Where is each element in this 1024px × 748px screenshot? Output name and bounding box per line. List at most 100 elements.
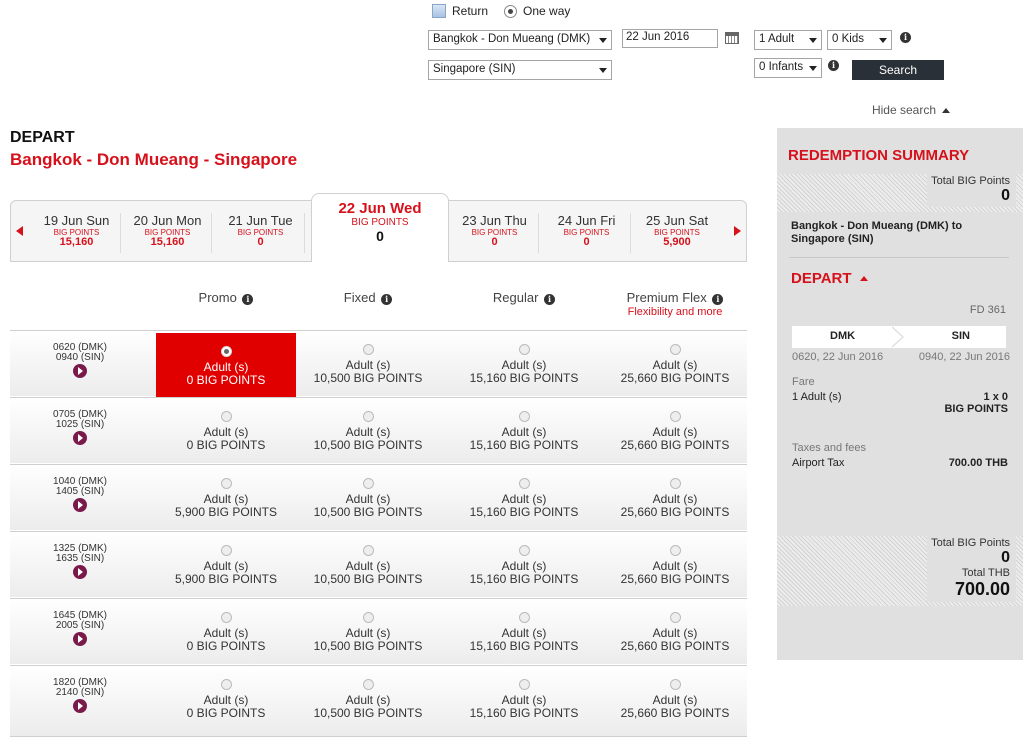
fare-option[interactable]: Adult (s) 5,900 BIG POINTS bbox=[156, 532, 296, 598]
origin-select[interactable]: Bangkok - Don Mueang (DMK) bbox=[428, 30, 612, 50]
segment-arrival-time: 0940, 22 Jun 2016 bbox=[918, 351, 1010, 363]
fare-option[interactable]: Adult (s) 15,160 BIG POINTS bbox=[454, 532, 594, 598]
fare-radio[interactable] bbox=[669, 612, 681, 623]
summary-depart-toggle[interactable]: DEPART bbox=[791, 270, 868, 287]
fare-option[interactable]: Adult (s) 25,660 BIG POINTS bbox=[605, 331, 745, 397]
info-icon[interactable]: i bbox=[828, 60, 839, 71]
fare-option[interactable]: Adult (s) 15,160 BIG POINTS bbox=[454, 331, 594, 397]
date-tab-points: 0 bbox=[583, 236, 590, 248]
fare-option[interactable]: Adult (s) 10,500 BIG POINTS bbox=[298, 398, 438, 464]
fare-option[interactable]: Adult (s) 25,660 BIG POINTS bbox=[605, 398, 745, 464]
date-tab-selected[interactable]: 22 Jun Wed BIG POINTS 0 bbox=[311, 193, 449, 262]
fare-points: 25,660 BIG POINTS bbox=[620, 706, 730, 720]
info-icon[interactable]: i bbox=[712, 294, 724, 305]
fare-radio[interactable] bbox=[669, 411, 681, 422]
return-checkbox[interactable] bbox=[432, 4, 446, 18]
bottom-points-label: Total BIG Points bbox=[931, 537, 1010, 549]
date-tab[interactable]: 23 Jun Thu BIG POINTS 0 bbox=[451, 213, 539, 253]
info-icon[interactable]: i bbox=[900, 32, 911, 43]
fare-radio[interactable] bbox=[220, 545, 232, 556]
arrival-time: 1405 (SIN) bbox=[55, 486, 105, 497]
fare-option[interactable]: Adult (s) 10,500 BIG POINTS bbox=[298, 331, 438, 397]
search-button[interactable]: Search bbox=[852, 60, 944, 80]
chevron-down-icon bbox=[879, 38, 887, 43]
calendar-icon[interactable] bbox=[725, 32, 739, 44]
date-tab[interactable]: 25 Jun Sat BIG POINTS 5,900 bbox=[633, 213, 721, 253]
fare-option[interactable]: Adult (s) 15,160 BIG POINTS bbox=[454, 465, 594, 531]
tax-line: Airport Tax 700.00 THB bbox=[792, 457, 1008, 469]
next-dates-arrow-icon[interactable] bbox=[734, 226, 741, 236]
fare-radio[interactable] bbox=[669, 679, 681, 690]
fare-radio[interactable] bbox=[518, 478, 530, 489]
fare-points: 5,900 BIG POINTS bbox=[174, 572, 278, 586]
fare-option[interactable]: Adult (s) 10,500 BIG POINTS bbox=[298, 532, 438, 598]
info-icon[interactable]: i bbox=[381, 294, 393, 305]
fare-option[interactable]: Adult (s) 15,160 BIG POINTS bbox=[454, 398, 594, 464]
departure-date-input[interactable]: 22 Jun 2016 bbox=[622, 29, 718, 48]
summary-depart-label: DEPART bbox=[791, 270, 852, 287]
fare-points: 25,660 BIG POINTS bbox=[620, 572, 730, 586]
fare-radio[interactable] bbox=[362, 411, 374, 422]
date-tab[interactable]: 20 Jun Mon BIG POINTS 15,160 bbox=[124, 213, 212, 253]
fare-radio[interactable] bbox=[362, 679, 374, 690]
fare-option[interactable]: Adult (s) 25,660 BIG POINTS bbox=[605, 666, 745, 732]
adults-value: 1 Adult bbox=[759, 33, 795, 45]
fare-radio[interactable] bbox=[518, 679, 530, 690]
flight-row: 1325 (DMK) 1635 (SIN) Adult (s) 5,900 BI… bbox=[10, 531, 747, 597]
fare-radio[interactable] bbox=[220, 411, 232, 422]
previous-dates-arrow-icon[interactable] bbox=[16, 226, 23, 236]
total-thb-value: 700.00 bbox=[954, 579, 1010, 599]
fare-option[interactable]: Adult (s) 0 BIG POINTS bbox=[156, 666, 296, 732]
fare-radio[interactable] bbox=[518, 344, 530, 355]
fare-option[interactable]: Adult (s) 15,160 BIG POINTS bbox=[454, 599, 594, 665]
hide-search-link[interactable]: Hide search bbox=[872, 103, 950, 117]
fare-radio[interactable] bbox=[220, 612, 232, 623]
fare-radio[interactable] bbox=[362, 612, 374, 623]
adults-select[interactable]: 1 Adult bbox=[754, 30, 822, 50]
fare-option[interactable]: Adult (s) 25,660 BIG POINTS bbox=[605, 465, 745, 531]
flight-details-arrow-icon[interactable] bbox=[73, 565, 87, 579]
fare-radio[interactable] bbox=[669, 344, 681, 355]
fare-radio[interactable] bbox=[518, 612, 530, 623]
fare-option[interactable]: Adult (s) 25,660 BIG POINTS bbox=[605, 599, 745, 665]
fare-radio[interactable] bbox=[669, 478, 681, 489]
fare-option[interactable]: Adult (s) 15,160 BIG POINTS bbox=[454, 666, 594, 732]
fare-radio[interactable] bbox=[220, 346, 232, 357]
flight-details-arrow-icon[interactable] bbox=[73, 699, 87, 713]
total-points-label: Total BIG Points bbox=[931, 175, 1010, 187]
fare-option-selected[interactable]: Adult (s) 0 BIG POINTS bbox=[156, 333, 296, 397]
fare-radio[interactable] bbox=[669, 545, 681, 556]
fare-option[interactable]: Adult (s) 10,500 BIG POINTS bbox=[298, 666, 438, 732]
date-tab[interactable]: 24 Jun Fri BIG POINTS 0 bbox=[543, 213, 631, 253]
fare-option[interactable]: Adult (s) 0 BIG POINTS bbox=[156, 599, 296, 665]
flight-details-arrow-icon[interactable] bbox=[73, 364, 87, 378]
fare-option[interactable]: Adult (s) 0 BIG POINTS bbox=[156, 398, 296, 464]
info-icon[interactable]: i bbox=[242, 294, 254, 305]
date-tab[interactable]: 19 Jun Sun BIG POINTS 15,160 bbox=[33, 213, 121, 253]
fare-radio[interactable] bbox=[362, 344, 374, 355]
destination-select[interactable]: Singapore (SIN) bbox=[428, 60, 612, 80]
fare-value: 1 x 0 bbox=[983, 391, 1008, 403]
infants-select[interactable]: 0 Infants bbox=[754, 58, 822, 78]
one-way-radio[interactable] bbox=[504, 4, 518, 18]
fare-points: 25,660 BIG POINTS bbox=[620, 639, 730, 653]
flight-details-arrow-icon[interactable] bbox=[73, 632, 87, 646]
fare-radio[interactable] bbox=[362, 545, 374, 556]
arrival-time: 1025 (SIN) bbox=[55, 419, 105, 430]
divider bbox=[789, 257, 1009, 258]
date-tab[interactable]: 21 Jun Tue BIG POINTS 0 bbox=[217, 213, 305, 253]
kids-select[interactable]: 0 Kids bbox=[827, 30, 892, 50]
fare-radio[interactable] bbox=[220, 478, 232, 489]
fare-option[interactable]: Adult (s) 25,660 BIG POINTS bbox=[605, 532, 745, 598]
flight-details-arrow-icon[interactable] bbox=[73, 431, 87, 445]
fare-option[interactable]: Adult (s) 5,900 BIG POINTS bbox=[156, 465, 296, 531]
fare-option[interactable]: Adult (s) 10,500 BIG POINTS bbox=[298, 465, 438, 531]
fare-radio[interactable] bbox=[362, 478, 374, 489]
column-sublabel: Flexibility and more bbox=[627, 306, 723, 318]
info-icon[interactable]: i bbox=[544, 294, 556, 305]
flight-details-arrow-icon[interactable] bbox=[73, 498, 87, 512]
fare-radio[interactable] bbox=[220, 679, 232, 690]
fare-radio[interactable] bbox=[518, 545, 530, 556]
fare-radio[interactable] bbox=[518, 411, 530, 422]
fare-option[interactable]: Adult (s) 10,500 BIG POINTS bbox=[298, 599, 438, 665]
